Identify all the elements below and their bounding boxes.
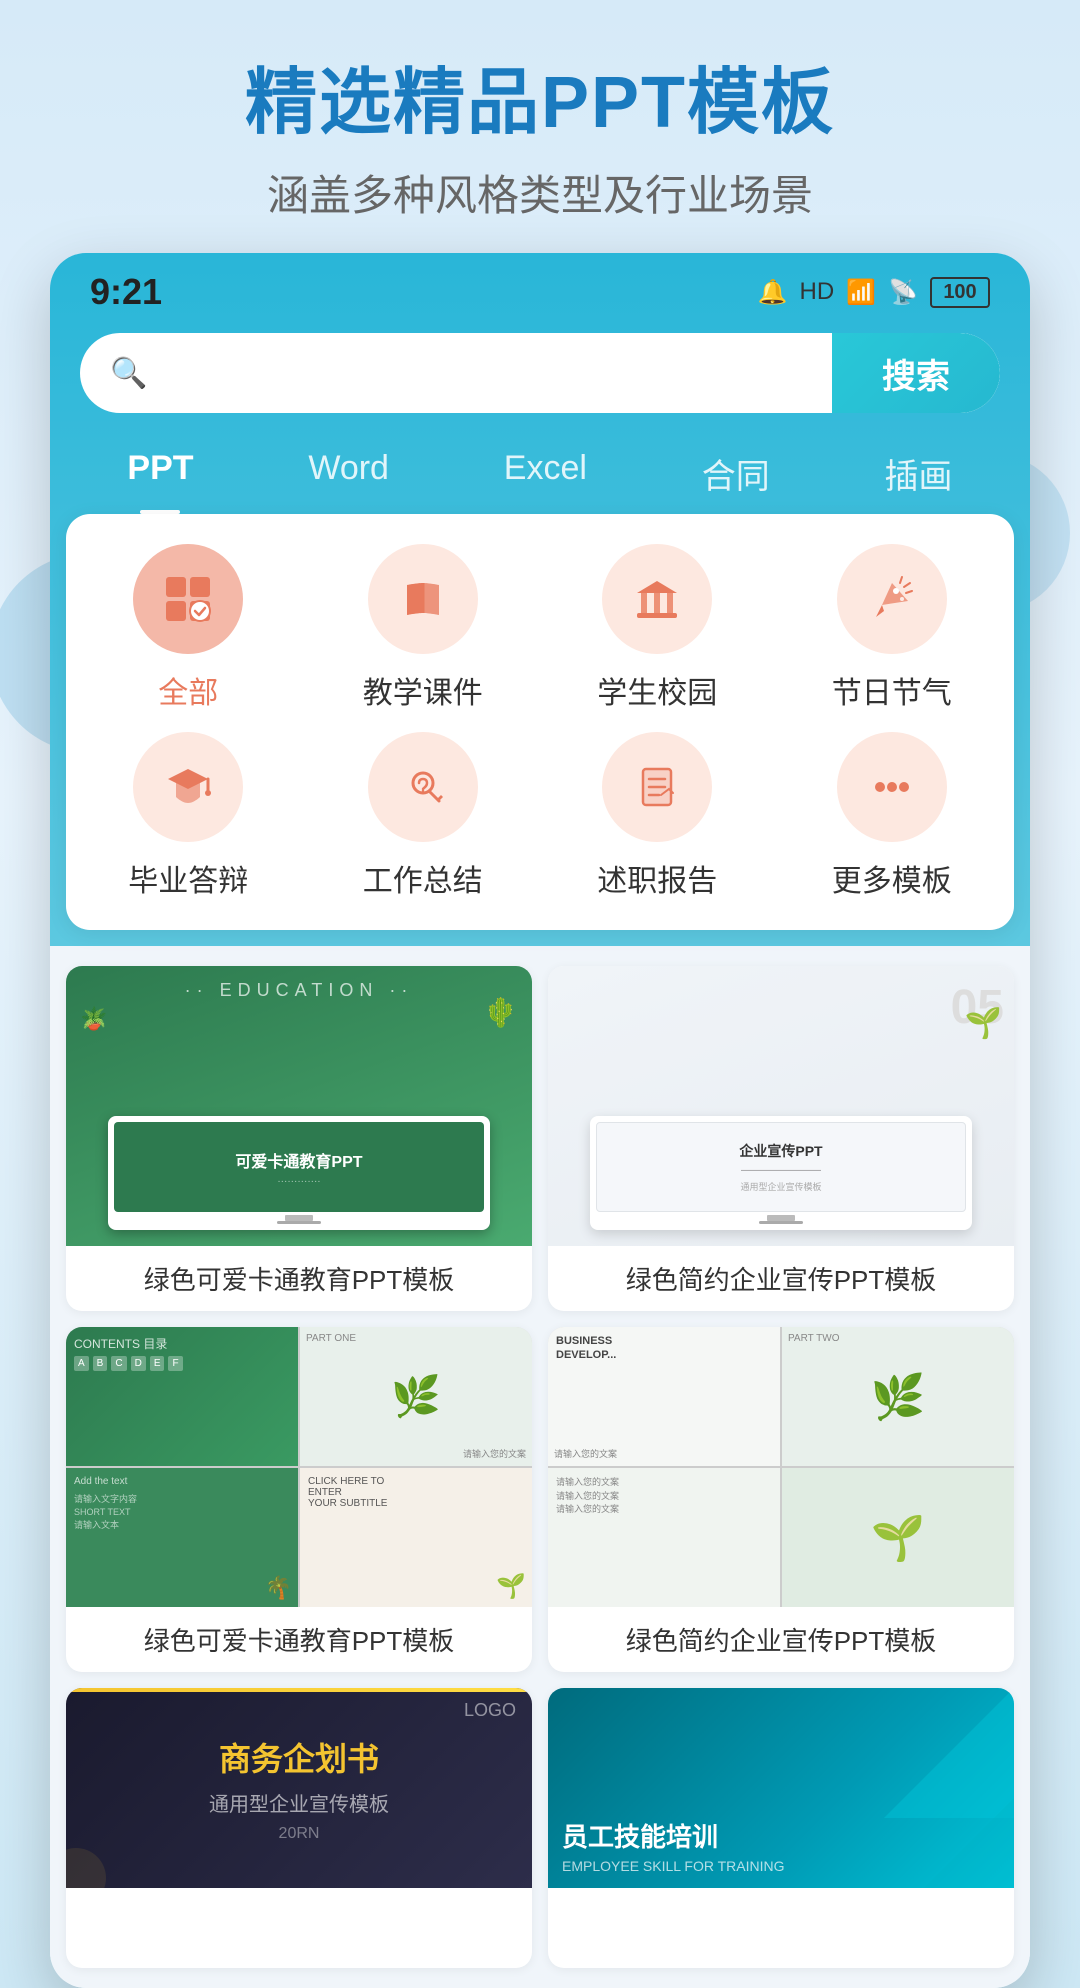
tab-illustration[interactable]: 插画 <box>865 439 973 514</box>
festival-icon-circle <box>837 544 947 654</box>
dark-year: 20RN <box>279 1825 320 1843</box>
status-icons: 🔔 HD 📶 📡 100 <box>758 277 990 308</box>
template-name-4: 绿色简约企业宣传PPT模板 <box>548 1607 1014 1672</box>
hd-label: HD <box>800 278 835 306</box>
category-more[interactable]: 更多模板 <box>780 732 1005 900</box>
school-icon-circle <box>602 544 712 654</box>
category-all-label: 全部 <box>158 668 218 712</box>
template-thumb-3: CONTENTS 目录 A B C D E F <box>66 1327 532 1607</box>
tab-excel[interactable]: Excel <box>484 439 607 514</box>
pen-icon <box>397 761 449 813</box>
signal-icon: 📶 <box>846 278 876 307</box>
template-thumb-2: 05 企业宣传PPT ———————— 通用型企业宣传模板 🌱 <box>548 966 1014 1246</box>
search-icon: 🔍 <box>110 356 147 391</box>
search-bar[interactable]: 🔍 搜索 <box>80 333 1000 413</box>
template-thumb-6: 员工技能培训 EMPLOYEE SKILL FOR TRAINING <box>548 1688 1014 1968</box>
category-grid: 全部 教学课件 <box>76 544 1004 900</box>
template-name-1: 绿色可爱卡通教育PPT模板 <box>66 1246 532 1311</box>
search-button[interactable]: 搜索 <box>832 333 1000 413</box>
teal-title: 员工技能培训 <box>562 1821 785 1855</box>
category-teaching-label: 教学课件 <box>363 668 483 712</box>
category-more-label: 更多模板 <box>832 856 952 900</box>
party-icon <box>866 573 918 625</box>
hero-title: 精选精品PPT模板 <box>40 60 1040 146</box>
status-bar: 9:21 🔔 HD 📶 📡 100 <box>50 253 1030 323</box>
tab-word[interactable]: Word <box>288 439 409 514</box>
category-teaching[interactable]: 教学课件 <box>311 544 536 712</box>
template-card-3[interactable]: CONTENTS 目录 A B C D E F <box>66 1327 532 1672</box>
report-icon <box>631 761 683 813</box>
category-school[interactable]: 学生校园 <box>545 544 770 712</box>
all-icon-circle <box>133 544 243 654</box>
battery-indicator: 100 <box>930 277 990 308</box>
template-section: ·· EDUCATION ·· 可爱卡通教育PPT ············· … <box>50 946 1030 1988</box>
category-graduation-label: 毕业答辩 <box>128 856 248 900</box>
dark-title: 商务企划书 <box>219 1734 379 1780</box>
dark-subtitle: 通用型企业宣传模板 <box>209 1788 389 1817</box>
graduation-icon-circle <box>133 732 243 842</box>
dark-logo-label: LOGO <box>464 1700 516 1721</box>
template-thumb-5: LOGO 商务企划书 通用型企业宣传模板 20RN <box>66 1688 532 1968</box>
grad-icon <box>162 761 214 813</box>
work-icon-circle <box>368 732 478 842</box>
template-card-4[interactable]: BUSINESS DEVELOP... 请输入您的文案 🌿 PART TWO 请… <box>548 1327 1014 1672</box>
template-card-2[interactable]: 05 企业宣传PPT ———————— 通用型企业宣传模板 🌱 <box>548 966 1014 1311</box>
grid-icon <box>162 573 214 625</box>
phone-mockup: 9:21 🔔 HD 📶 📡 100 🔍 搜索 PPT Word Excel <box>50 253 1030 1988</box>
category-report-label: 述职报告 <box>597 856 717 900</box>
template-thumb-4: BUSINESS DEVELOP... 请输入您的文案 🌿 PART TWO 请… <box>548 1327 1014 1607</box>
template-name-2: 绿色简约企业宣传PPT模板 <box>548 1246 1014 1311</box>
teaching-icon-circle <box>368 544 478 654</box>
status-time: 9:21 <box>90 271 162 313</box>
category-festival-label: 节日节气 <box>832 668 952 712</box>
search-area: 🔍 搜索 <box>50 323 1030 429</box>
mute-icon: 🔔 <box>758 278 788 307</box>
wifi-icon: 📡 <box>888 278 918 307</box>
category-work[interactable]: 工作总结 <box>311 732 536 900</box>
tab-contract[interactable]: 合同 <box>682 439 790 514</box>
category-all[interactable]: 全部 <box>76 544 301 712</box>
category-work-label: 工作总结 <box>363 856 483 900</box>
template-thumb-1: ·· EDUCATION ·· 可爱卡通教育PPT ············· … <box>66 966 532 1246</box>
template-grid: ·· EDUCATION ·· 可爱卡通教育PPT ············· … <box>66 966 1014 1968</box>
template-name-3: 绿色可爱卡通教育PPT模板 <box>66 1607 532 1672</box>
template-card-5[interactable]: LOGO 商务企划书 通用型企业宣传模板 20RN <box>66 1688 532 1968</box>
hero-subtitle: 涵盖多种风格类型及行业场景 <box>40 162 1040 223</box>
category-festival[interactable]: 节日节气 <box>780 544 1005 712</box>
nav-tabs: PPT Word Excel 合同 插画 <box>50 429 1030 514</box>
book-icon <box>397 573 449 625</box>
search-input[interactable]: 🔍 <box>80 356 832 391</box>
template-card-6[interactable]: 员工技能培训 EMPLOYEE SKILL FOR TRAINING <box>548 1688 1014 1968</box>
hero-section: 精选精品PPT模板 涵盖多种风格类型及行业场景 <box>0 0 1080 253</box>
category-panel: 全部 教学课件 <box>66 514 1014 930</box>
tab-ppt[interactable]: PPT <box>107 439 213 514</box>
category-graduation[interactable]: 毕业答辩 <box>76 732 301 900</box>
teal-subtitle: EMPLOYEE SKILL FOR TRAINING <box>562 1858 785 1874</box>
category-school-label: 学生校园 <box>597 668 717 712</box>
category-report[interactable]: 述职报告 <box>545 732 770 900</box>
more-icon-circle <box>837 732 947 842</box>
more-icon <box>866 761 918 813</box>
app-screen: 9:21 🔔 HD 📶 📡 100 🔍 搜索 PPT Word Excel <box>50 253 1030 1988</box>
report-icon-circle <box>602 732 712 842</box>
template-card-1[interactable]: ·· EDUCATION ·· 可爱卡通教育PPT ············· … <box>66 966 532 1311</box>
bank-icon <box>631 573 683 625</box>
